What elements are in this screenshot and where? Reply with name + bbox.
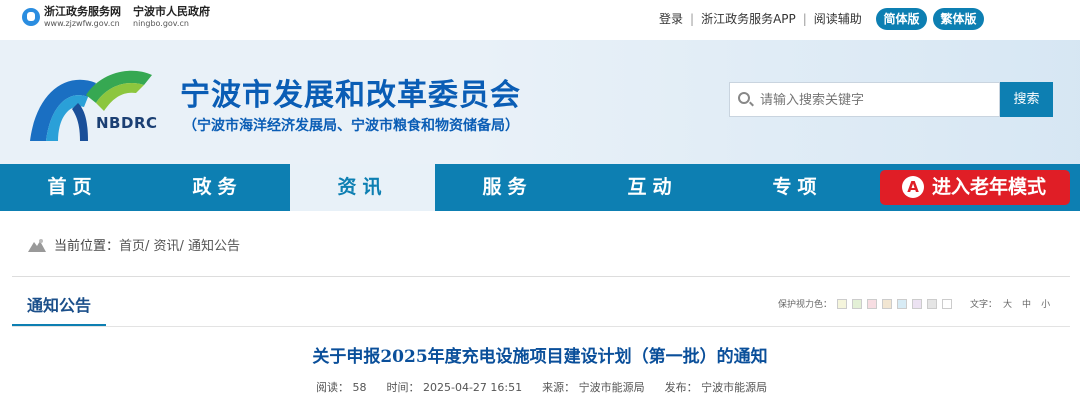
eye-color-swatch[interactable] [942,298,953,309]
site-subtitle: （宁波市海洋经济发展局、宁波市粮食和物资储备局） [183,118,519,134]
nav-item-home[interactable]: 首页 [0,164,145,211]
elder-mode-button[interactable]: A 进入老年模式 [880,170,1070,205]
nav-item-interaction[interactable]: 互动 [580,164,725,211]
search-button[interactable]: 搜索 [1000,82,1053,117]
site-title[interactable]: 宁波市发展和改革委员会 [180,70,521,114]
nav-item-special[interactable]: 专项 [725,164,870,211]
breadcrumb-label: 当前位置： [54,239,120,254]
eye-color-swatch[interactable] [912,298,923,309]
traditional-button[interactable]: 繁体版 [933,8,984,30]
eye-color-swatch[interactable] [852,298,863,309]
eye-color-swatch[interactable] [837,298,848,309]
read-count: 阅读： 58 [316,381,367,394]
nb-logo-text: 宁波市人民政府 [133,5,210,18]
eye-color-swatch[interactable] [927,298,938,309]
app-link[interactable]: 浙江政务服务APP [701,10,796,27]
nb-logo-url: ningbo.gov.cn [133,19,189,28]
search-box [729,82,1000,118]
reading-aid-link[interactable]: 阅读辅助 [814,10,862,27]
section-title: 通知公告 [12,293,106,327]
nav-item-news[interactable]: 资讯 [290,164,435,211]
font-size-small[interactable]: 小 [1041,297,1050,310]
eye-color-swatch[interactable] [882,298,893,309]
font-size-medium[interactable]: 中 [1022,297,1031,310]
reading-tools: 保护视力色： 文字： 大 中 小 [778,297,1050,310]
zj-service-icon [22,8,40,26]
eye-color-label: 保护视力色： [778,300,833,310]
site-header: NBDRC 宁波市发展和改革委员会 （宁波市海洋经济发展局、宁波市粮食和物资储备… [0,40,1080,164]
nav-item-services[interactable]: 服务 [435,164,580,211]
divider: | [690,11,695,26]
font-size-label: 文字： [970,300,998,310]
breadcrumb-path[interactable]: 首页/ 资讯/ 通知公告 [119,235,240,254]
top-bar: 浙江政务服务网 www.zjzwfw.gov.cn 宁波市人民政府 ningbo… [0,0,1080,40]
article-source: 来源： 宁波市能源局 [542,381,645,394]
login-link[interactable]: 登录 [659,10,683,27]
zj-logo-text: 浙江政务服务网 [44,5,121,18]
divider: | [802,11,807,26]
divider [12,276,1070,277]
ningbo-gov-logo[interactable]: 宁波市人民政府 ningbo.gov.cn [133,6,210,30]
article-publisher: 发布： 宁波市能源局 [664,381,768,394]
article-meta: 阅读： 58 时间： 2025-04-27 16:51 来源： 宁波市能源局 发… [316,379,787,395]
divider [12,326,1070,327]
location-mountain-icon [28,238,46,252]
article-title: 关于申报2025年度充电设施项目建设计划（第一批）的通知 [312,347,768,367]
simplified-button[interactable]: 简体版 [876,8,927,30]
nav-item-affairs[interactable]: 政务 [145,164,290,211]
elder-mode-label: 进入老年模式 [932,176,1047,198]
zj-logo-url: www.zjzwfw.gov.cn [44,19,120,28]
main-nav: 首页 政务 资讯 服务 互动 专项 A 进入老年模式 [0,164,1080,211]
eye-color-swatch[interactable] [867,298,878,309]
eye-color-swatch[interactable] [897,298,908,309]
publish-time: 时间： 2025-04-27 16:51 [386,381,523,394]
search-icon [738,92,750,104]
breadcrumb: 当前位置： 首页/ 资讯/ 通知公告 [28,235,240,254]
elder-mode-icon: A [902,176,924,198]
logo-abbreviation: NBDRC [96,114,158,132]
zj-gov-service-logo[interactable]: 浙江政务服务网 www.zjzwfw.gov.cn [22,6,121,30]
search-input[interactable] [758,83,998,118]
font-size-large[interactable]: 大 [1003,297,1012,310]
